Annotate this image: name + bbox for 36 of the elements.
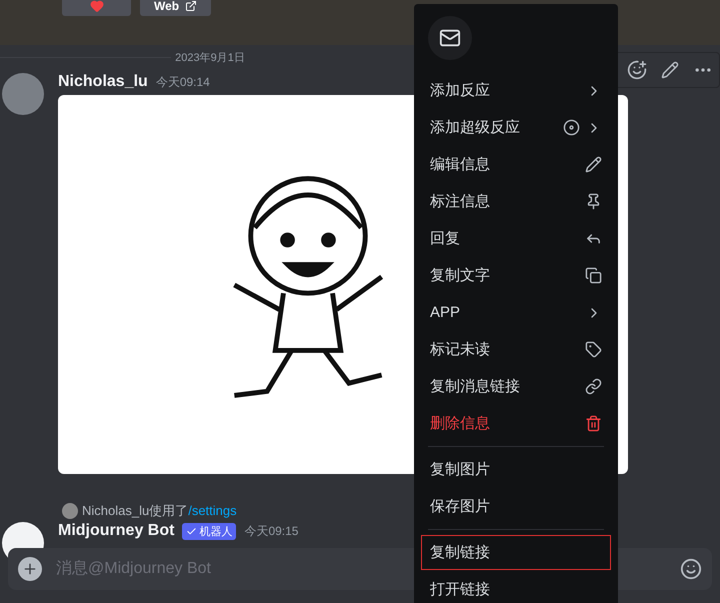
avatar [2, 73, 44, 115]
smiley-icon[interactable] [680, 558, 702, 580]
timestamp: 今天09:14 [156, 74, 210, 91]
add-icon[interactable] [18, 557, 42, 581]
menu-item[interactable]: 编辑信息 [422, 148, 610, 181]
menu-item[interactable]: 复制图片 [422, 453, 610, 486]
author-name[interactable]: Midjourney Bot [58, 522, 174, 540]
copy-icon [585, 267, 602, 284]
reply-reference: Nicholas_lu使用了/settings [82, 502, 237, 520]
external-link-icon [185, 0, 198, 12]
heart-icon [90, 0, 104, 13]
timestamp: 今天09:15 [244, 523, 298, 540]
author-name[interactable]: Nicholas_lu [58, 73, 148, 91]
tag-icon [585, 341, 602, 358]
command-link[interactable]: /settings [188, 503, 237, 518]
pencil-icon[interactable] [661, 61, 679, 79]
menu-item[interactable]: 标记未读 [422, 333, 610, 366]
link-icon [585, 378, 602, 395]
menu-item[interactable]: 回复 [422, 222, 610, 255]
pencil-icon [585, 156, 602, 173]
menu-item[interactable]: 保存图片 [422, 490, 610, 523]
trash-icon [585, 415, 602, 432]
menu-item[interactable]: APP [422, 296, 610, 329]
disc-icon [563, 119, 580, 136]
menu-item[interactable]: 复制文字 [422, 259, 610, 292]
envelope-icon[interactable] [428, 16, 472, 60]
menu-item[interactable]: 添加超级反应 [422, 111, 610, 144]
web-button[interactable]: Web [140, 0, 212, 16]
add-reaction-icon[interactable] [627, 60, 647, 80]
menu-item[interactable]: 添加反应 [422, 74, 610, 107]
menu-item[interactable]: 标注信息 [422, 185, 610, 218]
bot-badge: 机器人 [182, 522, 236, 540]
menu-item[interactable]: 复制消息链接 [422, 370, 610, 403]
menu-item[interactable]: 删除信息 [422, 407, 610, 440]
pin-icon [585, 193, 602, 210]
avatar [62, 503, 78, 519]
